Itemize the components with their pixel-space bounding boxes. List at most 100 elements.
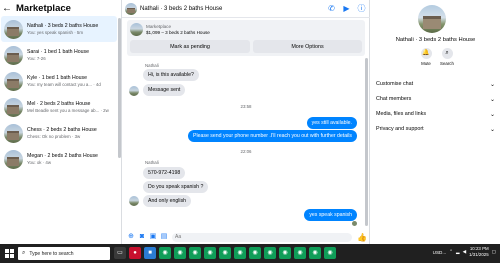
message-timestamp: 22:06 [240, 149, 252, 154]
phone-icon[interactable]: ✆ [327, 4, 336, 13]
chrome-icon[interactable]: ◉ [204, 247, 216, 259]
listing-thumbnail [4, 71, 23, 91]
speaker-icon[interactable]: ◀ [463, 249, 467, 255]
chrome-icon[interactable]: ◉ [309, 247, 321, 259]
listing-thumbnail [4, 97, 23, 117]
listing-thumbnail [4, 45, 23, 65]
task-view-icon[interactable]: ▭ [114, 247, 126, 259]
thumbs-up-icon[interactable]: 👍 [357, 233, 367, 242]
sender-avatar[interactable] [129, 86, 139, 96]
incoming-message: And only english [143, 195, 192, 207]
incoming-message: Do you speak spanish ? [143, 181, 209, 193]
camera-icon[interactable]: ◙ [138, 233, 146, 241]
conversation-preview: Chess: Ok no problem · 3w [27, 134, 81, 139]
image-icon[interactable]: ▣ [149, 233, 157, 241]
chrome-icon[interactable]: ◉ [159, 247, 171, 259]
conversation-item[interactable]: Kyle · 1 bed 1 bath House You: my team w… [1, 68, 117, 94]
chevron-down-icon: ⌄ [489, 126, 495, 133]
sidebar-header: ← Marketplace [0, 0, 122, 16]
listing-thumbnail [4, 123, 23, 143]
chrome-icon[interactable]: ◉ [219, 247, 231, 259]
conversation-item[interactable]: Sarai · 1 bed 1 bath House You: 7-26 [1, 42, 117, 68]
conversation-title: Nathali · 3 beds 2 baths House [27, 23, 99, 29]
plus-circle-icon[interactable]: ⊕ [127, 233, 135, 241]
search-conversation-button[interactable]: ⌕ Search [437, 48, 457, 66]
conversation-title: Mel · 2 beds 2 baths House [27, 101, 91, 107]
chrome-icon[interactable]: ◉ [279, 247, 291, 259]
conversation-title: Sarai · 1 bed 1 bath House [27, 49, 90, 55]
clock-date: 1/31/2025 [469, 252, 489, 257]
conversation-item[interactable]: Megan · 2 beds 2 baths House You: ok · 4… [1, 146, 117, 172]
outgoing-message: Please send your phone number .I'll reac… [187, 130, 357, 142]
listing-thumbnail [4, 149, 23, 169]
incoming-message: 570-972-4198 [143, 167, 186, 179]
listing-thumbnail [4, 19, 23, 39]
bell-icon: 🔔 [420, 48, 432, 59]
chat-header-thumbnail[interactable] [125, 2, 137, 15]
conversation-preview: Mel Beadle sent you a message ab... · 2w [27, 108, 109, 113]
chrome-icon[interactable]: ◉ [249, 247, 261, 259]
more-options-button[interactable]: More Options [253, 40, 362, 53]
sender-avatar[interactable] [129, 196, 139, 206]
listing-price[interactable]: $1,099 – 3 beds 2 baths House [146, 30, 210, 35]
chevron-down-icon: ⌄ [489, 81, 495, 88]
listing-photo[interactable] [418, 5, 446, 33]
conversation-preview: You: ok · 4w [27, 160, 51, 165]
conversation-title: Megan · 2 beds 2 baths House [27, 153, 98, 159]
conversation-sidebar: ← Marketplace Nathali · 3 beds 2 baths H… [0, 0, 122, 244]
chevron-down-icon: ⌄ [489, 96, 495, 103]
chat-scrollbar[interactable] [365, 58, 368, 226]
conversation-list: Nathali · 3 beds 2 baths House You: yes … [0, 16, 117, 172]
network-icon[interactable]: ▂ [456, 249, 460, 255]
chrome-icon[interactable]: ◉ [174, 247, 186, 259]
info-icon[interactable]: ⓘ [357, 4, 366, 13]
notification-icon[interactable]: ▢ [492, 249, 496, 255]
chevron-down-icon: ⌄ [489, 111, 495, 118]
details-title: Nathali · 3 beds 2 baths House [395, 37, 476, 43]
search-label: Search [440, 61, 454, 66]
conversation-item[interactable]: Chess · 2 beds 2 baths House Chess: Ok n… [1, 120, 117, 146]
search-icon: ⌕ [22, 250, 26, 256]
back-arrow-icon[interactable]: ← [1, 3, 13, 14]
mark-as-pending-button[interactable]: Mark as pending [130, 40, 250, 53]
conversation-preview: You: my team will contact you a... · 4d [27, 82, 101, 87]
compose-bar: ⊕ ◙ ▣ ▤ 👍 [122, 230, 370, 244]
chrome-icon[interactable]: ◉ [264, 247, 276, 259]
video-camera-icon[interactable]: ▶ [342, 4, 351, 13]
outgoing-message: yes still available. [306, 117, 357, 129]
chrome-icon[interactable]: ◉ [294, 247, 306, 259]
chevron-up-icon[interactable]: ⌃ [449, 249, 453, 255]
message-input[interactable] [172, 232, 352, 242]
section-customise-chat[interactable]: Customise chat ⌄ [376, 77, 495, 91]
chrome-icon[interactable]: ◉ [324, 247, 336, 259]
chat-title[interactable]: Nathali · 3 beds 2 baths House [140, 6, 222, 12]
conversation-preview: You: 7-26 [27, 56, 46, 61]
conversation-preview: You: yes speak spanish · 5m [27, 30, 83, 35]
incoming-message: Hi, is this available? [143, 69, 199, 81]
sidebar-title: Marketplace [16, 2, 71, 14]
section-privacy-support[interactable]: Privacy and support ⌄ [376, 122, 495, 136]
sidebar-scrollbar[interactable] [118, 18, 121, 158]
conversation-item[interactable]: Nathali · 3 beds 2 baths House You: yes … [1, 16, 117, 42]
taskbar-clock[interactable]: 10:23 PM 1/31/2025 [469, 246, 489, 258]
tray-label[interactable]: USD... [433, 250, 447, 255]
taskbar-apps: ▭ ● ■ ◉ ◉ ◉ ◉ ◉ ◉ ◉ ◉ ◉ ◉ ◉ ◉ [114, 247, 336, 259]
app-icon[interactable]: ● [129, 247, 141, 259]
mute-button[interactable]: 🔔 Mute [416, 48, 436, 66]
windows-start-icon[interactable] [5, 249, 14, 258]
section-chat-members[interactable]: Chat members ⌄ [376, 92, 495, 106]
search-icon: ⌕ [441, 48, 453, 59]
marketplace-label: Marketplace [146, 24, 172, 29]
chrome-icon[interactable]: ◉ [234, 247, 246, 259]
listing-thumbnail [130, 23, 143, 36]
seen-indicator-avatar [352, 221, 357, 226]
taskbar-search-placeholder: Type here to search [29, 250, 74, 257]
conversation-item[interactable]: Mel · 2 beds 2 baths House Mel Beadle se… [1, 94, 117, 120]
section-media-files-links[interactable]: Media, files and links ⌄ [376, 107, 495, 121]
file-explorer-icon[interactable]: ■ [144, 247, 156, 259]
chrome-icon[interactable]: ◉ [189, 247, 201, 259]
taskbar-search-box[interactable]: ⌕ Type here to search [18, 247, 110, 260]
sender-name: Nathali [145, 63, 159, 68]
gif-icon[interactable]: ▤ [160, 233, 168, 241]
chat-header: Nathali · 3 beds 2 baths House ✆ ▶ ⓘ [122, 0, 370, 18]
